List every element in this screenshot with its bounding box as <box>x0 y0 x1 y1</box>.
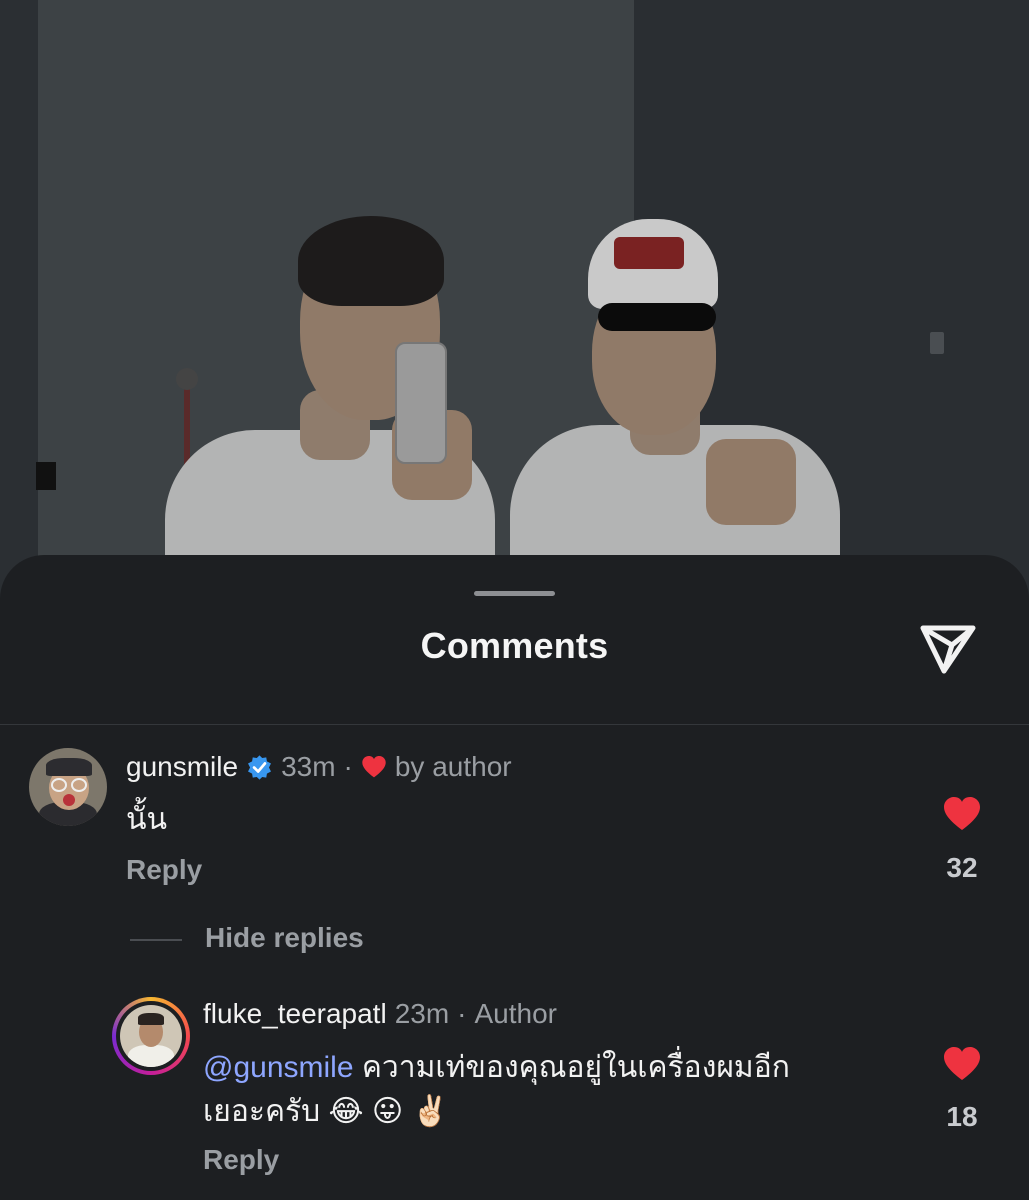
drag-handle[interactable] <box>474 591 555 596</box>
reply-text-line1: ความเท่ของคุณอยู่ในเครื่องผมอีก <box>361 1051 790 1084</box>
like-heart-icon[interactable] <box>942 796 982 832</box>
reply-button[interactable]: Reply <box>126 854 202 886</box>
meta-separator: · <box>343 751 353 782</box>
mention-link[interactable]: @gunsmile <box>203 1051 354 1084</box>
hide-replies-button[interactable]: Hide replies <box>205 922 364 954</box>
backdrop-plug <box>36 462 56 490</box>
comment-username[interactable]: gunsmile <box>126 751 238 783</box>
comment-text: นั้น <box>126 803 168 836</box>
reply-time: 23m <box>394 998 450 1029</box>
avatar-gunsmile[interactable] <box>29 748 107 826</box>
like-count: 18 <box>946 1101 978 1132</box>
reply-meta: fluke_teerapatl 23m · Author <box>203 998 557 1030</box>
verified-badge-icon <box>248 754 272 780</box>
backdrop-socket <box>930 332 944 354</box>
person-left <box>160 210 510 600</box>
post-image-backdrop <box>0 0 1029 600</box>
author-tag: Author <box>474 998 557 1029</box>
reply-username[interactable]: fluke_teerapatl <box>203 998 387 1030</box>
comment-time: 33m <box>281 751 336 782</box>
like-heart-icon[interactable] <box>942 1046 982 1082</box>
reply-text: @gunsmile ความเท่ของคุณอยู่ในเครื่องผมอี… <box>203 1046 790 1134</box>
sheet-divider <box>0 724 1029 725</box>
comment-meta: gunsmile 33m · by author <box>126 751 512 783</box>
paper-plane-icon <box>920 625 976 674</box>
like-count: 32 <box>946 852 978 883</box>
share-button[interactable] <box>918 623 978 677</box>
person-right <box>510 215 850 600</box>
hide-replies-line <box>130 939 182 941</box>
backdrop-wall-left <box>0 0 38 600</box>
sheet-title: Comments <box>420 625 609 666</box>
reply-text-line2: เยอะครับ 😂 😛 ✌🏻 <box>203 1095 449 1128</box>
liked-by-author-heart-icon <box>362 755 386 778</box>
liked-by-author-label: by author <box>394 751 512 782</box>
avatar-fluke-teerapatl[interactable] <box>120 1005 182 1067</box>
reply-button[interactable]: Reply <box>203 1144 279 1176</box>
reply-meta-separator: · <box>457 998 467 1029</box>
